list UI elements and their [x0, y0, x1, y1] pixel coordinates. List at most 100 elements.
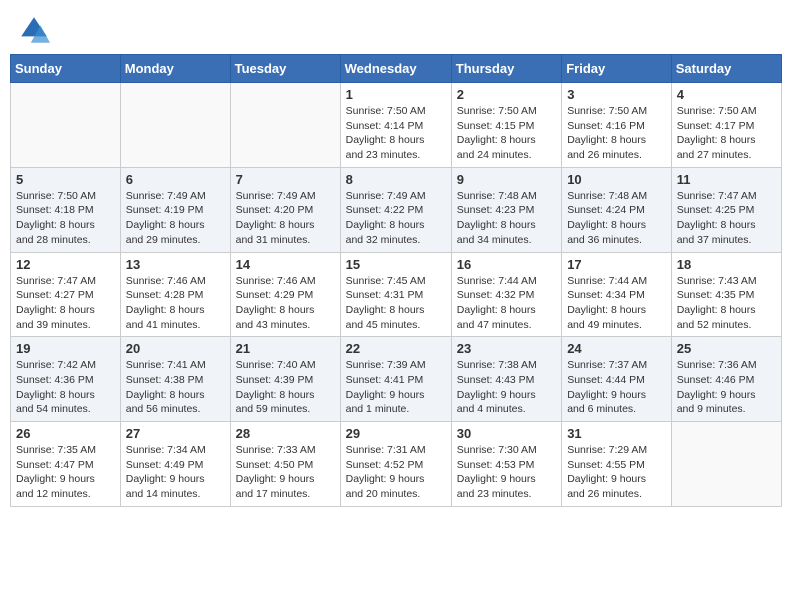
- calendar-body: 1 Sunrise: 7:50 AM Sunset: 4:14 PM Daylig…: [11, 83, 782, 507]
- day-number: 7: [236, 172, 335, 187]
- calendar-day-cell: 24 Sunrise: 7:37 AM Sunset: 4:44 PM Dayli…: [562, 337, 672, 422]
- calendar-day-cell: 20 Sunrise: 7:41 AM Sunset: 4:38 PM Dayli…: [120, 337, 230, 422]
- calendar-day-cell: 15 Sunrise: 7:45 AM Sunset: 4:31 PM Dayli…: [340, 252, 451, 337]
- day-info-text: Sunrise: 7:30 AM Sunset: 4:53 PM Dayligh…: [457, 443, 556, 502]
- day-info-text: Sunrise: 7:31 AM Sunset: 4:52 PM Dayligh…: [346, 443, 446, 502]
- weekday-header-wednesday: Wednesday: [340, 55, 451, 83]
- calendar-week-row: 1 Sunrise: 7:50 AM Sunset: 4:14 PM Daylig…: [11, 83, 782, 168]
- day-info-text: Sunrise: 7:34 AM Sunset: 4:49 PM Dayligh…: [126, 443, 225, 502]
- calendar-table: SundayMondayTuesdayWednesdayThursdayFrid…: [10, 54, 782, 507]
- day-number: 16: [457, 257, 556, 272]
- day-info-text: Sunrise: 7:46 AM Sunset: 4:29 PM Dayligh…: [236, 274, 335, 333]
- calendar-day-cell: 16Sunrise: 7:44 AM Sunset: 4:32 PM Dayli…: [451, 252, 561, 337]
- empty-day-cell: [230, 83, 340, 168]
- calendar-day-cell: 9Sunrise: 7:48 AM Sunset: 4:23 PM Daylig…: [451, 167, 561, 252]
- calendar-day-cell: 22Sunrise: 7:39 AM Sunset: 4:41 PM Dayli…: [340, 337, 451, 422]
- calendar-day-cell: 31 Sunrise: 7:29 AM Sunset: 4:55 PM Dayli…: [562, 422, 672, 507]
- weekday-header-row: SundayMondayTuesdayWednesdayThursdayFrid…: [11, 55, 782, 83]
- day-info-text: Sunrise: 7:47 AM Sunset: 4:27 PM Dayligh…: [16, 274, 115, 333]
- calendar-week-row: 5Sunrise: 7:50 AM Sunset: 4:18 PM Daylig…: [11, 167, 782, 252]
- day-number: 26: [16, 426, 115, 441]
- day-info-text: Sunrise: 7:49 AM Sunset: 4:19 PM Dayligh…: [126, 189, 225, 248]
- calendar-wrapper: SundayMondayTuesdayWednesdayThursdayFrid…: [0, 54, 792, 517]
- day-number: 27: [126, 426, 225, 441]
- calendar-day-cell: 17 Sunrise: 7:44 AM Sunset: 4:34 PM Dayli…: [562, 252, 672, 337]
- calendar-day-cell: 6 Sunrise: 7:49 AM Sunset: 4:19 PM Daylig…: [120, 167, 230, 252]
- calendar-day-cell: 11 Sunrise: 7:47 AM Sunset: 4:25 PM Dayli…: [671, 167, 781, 252]
- calendar-day-cell: 2Sunrise: 7:50 AM Sunset: 4:15 PM Daylig…: [451, 83, 561, 168]
- day-number: 9: [457, 172, 556, 187]
- calendar-week-row: 26 Sunrise: 7:35 AM Sunset: 4:47 PM Dayli…: [11, 422, 782, 507]
- day-info-text: Sunrise: 7:29 AM Sunset: 4:55 PM Dayligh…: [567, 443, 666, 502]
- day-info-text: Sunrise: 7:50 AM Sunset: 4:17 PM Dayligh…: [677, 104, 776, 163]
- day-number: 6: [126, 172, 225, 187]
- calendar-day-cell: 14 Sunrise: 7:46 AM Sunset: 4:29 PM Dayli…: [230, 252, 340, 337]
- weekday-header-saturday: Saturday: [671, 55, 781, 83]
- logo-icon: [18, 14, 50, 46]
- day-info-text: Sunrise: 7:36 AM Sunset: 4:46 PM Dayligh…: [677, 358, 776, 417]
- calendar-week-row: 19 Sunrise: 7:42 AM Sunset: 4:36 PM Dayli…: [11, 337, 782, 422]
- day-info-text: Sunrise: 7:49 AM Sunset: 4:20 PM Dayligh…: [236, 189, 335, 248]
- calendar-day-cell: 4 Sunrise: 7:50 AM Sunset: 4:17 PM Daylig…: [671, 83, 781, 168]
- day-number: 11: [677, 172, 776, 187]
- day-number: 14: [236, 257, 335, 272]
- day-number: 24: [567, 341, 666, 356]
- day-number: 4: [677, 87, 776, 102]
- day-number: 17: [567, 257, 666, 272]
- day-info-text: Sunrise: 7:33 AM Sunset: 4:50 PM Dayligh…: [236, 443, 335, 502]
- calendar-day-cell: 5Sunrise: 7:50 AM Sunset: 4:18 PM Daylig…: [11, 167, 121, 252]
- calendar-day-cell: 25 Sunrise: 7:36 AM Sunset: 4:46 PM Dayli…: [671, 337, 781, 422]
- day-info-text: Sunrise: 7:37 AM Sunset: 4:44 PM Dayligh…: [567, 358, 666, 417]
- day-number: 21: [236, 341, 335, 356]
- calendar-week-row: 12 Sunrise: 7:47 AM Sunset: 4:27 PM Dayli…: [11, 252, 782, 337]
- calendar-day-cell: 19 Sunrise: 7:42 AM Sunset: 4:36 PM Dayli…: [11, 337, 121, 422]
- day-info-text: Sunrise: 7:40 AM Sunset: 4:39 PM Dayligh…: [236, 358, 335, 417]
- day-number: 20: [126, 341, 225, 356]
- weekday-header-sunday: Sunday: [11, 55, 121, 83]
- calendar-day-cell: 3Sunrise: 7:50 AM Sunset: 4:16 PM Daylig…: [562, 83, 672, 168]
- calendar-day-cell: 8Sunrise: 7:49 AM Sunset: 4:22 PM Daylig…: [340, 167, 451, 252]
- day-info-text: Sunrise: 7:46 AM Sunset: 4:28 PM Dayligh…: [126, 274, 225, 333]
- day-info-text: Sunrise: 7:48 AM Sunset: 4:24 PM Dayligh…: [567, 189, 666, 248]
- empty-day-cell: [671, 422, 781, 507]
- day-info-text: Sunrise: 7:49 AM Sunset: 4:22 PM Dayligh…: [346, 189, 446, 248]
- day-info-text: Sunrise: 7:35 AM Sunset: 4:47 PM Dayligh…: [16, 443, 115, 502]
- calendar-day-cell: 7 Sunrise: 7:49 AM Sunset: 4:20 PM Daylig…: [230, 167, 340, 252]
- day-number: 3: [567, 87, 666, 102]
- calendar-day-cell: 1 Sunrise: 7:50 AM Sunset: 4:14 PM Daylig…: [340, 83, 451, 168]
- calendar-day-cell: 29 Sunrise: 7:31 AM Sunset: 4:52 PM Dayli…: [340, 422, 451, 507]
- weekday-header-thursday: Thursday: [451, 55, 561, 83]
- day-info-text: Sunrise: 7:44 AM Sunset: 4:34 PM Dayligh…: [567, 274, 666, 333]
- day-number: 15: [346, 257, 446, 272]
- calendar-day-cell: 26 Sunrise: 7:35 AM Sunset: 4:47 PM Dayli…: [11, 422, 121, 507]
- day-info-text: Sunrise: 7:42 AM Sunset: 4:36 PM Dayligh…: [16, 358, 115, 417]
- weekday-header-friday: Friday: [562, 55, 672, 83]
- day-number: 25: [677, 341, 776, 356]
- empty-day-cell: [11, 83, 121, 168]
- day-info-text: Sunrise: 7:41 AM Sunset: 4:38 PM Dayligh…: [126, 358, 225, 417]
- calendar-day-cell: 30Sunrise: 7:30 AM Sunset: 4:53 PM Dayli…: [451, 422, 561, 507]
- day-number: 12: [16, 257, 115, 272]
- calendar-day-cell: 23Sunrise: 7:38 AM Sunset: 4:43 PM Dayli…: [451, 337, 561, 422]
- weekday-header-tuesday: Tuesday: [230, 55, 340, 83]
- day-number: 2: [457, 87, 556, 102]
- calendar-day-cell: 27 Sunrise: 7:34 AM Sunset: 4:49 PM Dayli…: [120, 422, 230, 507]
- calendar-day-cell: 12 Sunrise: 7:47 AM Sunset: 4:27 PM Dayli…: [11, 252, 121, 337]
- day-number: 29: [346, 426, 446, 441]
- weekday-header-monday: Monday: [120, 55, 230, 83]
- day-number: 18: [677, 257, 776, 272]
- day-info-text: Sunrise: 7:50 AM Sunset: 4:14 PM Dayligh…: [346, 104, 446, 163]
- day-info-text: Sunrise: 7:47 AM Sunset: 4:25 PM Dayligh…: [677, 189, 776, 248]
- day-info-text: Sunrise: 7:45 AM Sunset: 4:31 PM Dayligh…: [346, 274, 446, 333]
- calendar-day-cell: 21 Sunrise: 7:40 AM Sunset: 4:39 PM Dayli…: [230, 337, 340, 422]
- day-number: 31: [567, 426, 666, 441]
- day-info-text: Sunrise: 7:43 AM Sunset: 4:35 PM Dayligh…: [677, 274, 776, 333]
- empty-day-cell: [120, 83, 230, 168]
- logo: [18, 14, 52, 46]
- day-info-text: Sunrise: 7:39 AM Sunset: 4:41 PM Dayligh…: [346, 358, 446, 417]
- calendar-day-cell: 28Sunrise: 7:33 AM Sunset: 4:50 PM Dayli…: [230, 422, 340, 507]
- day-info-text: Sunrise: 7:50 AM Sunset: 4:18 PM Dayligh…: [16, 189, 115, 248]
- calendar-day-cell: 10Sunrise: 7:48 AM Sunset: 4:24 PM Dayli…: [562, 167, 672, 252]
- day-number: 19: [16, 341, 115, 356]
- day-number: 1: [346, 87, 446, 102]
